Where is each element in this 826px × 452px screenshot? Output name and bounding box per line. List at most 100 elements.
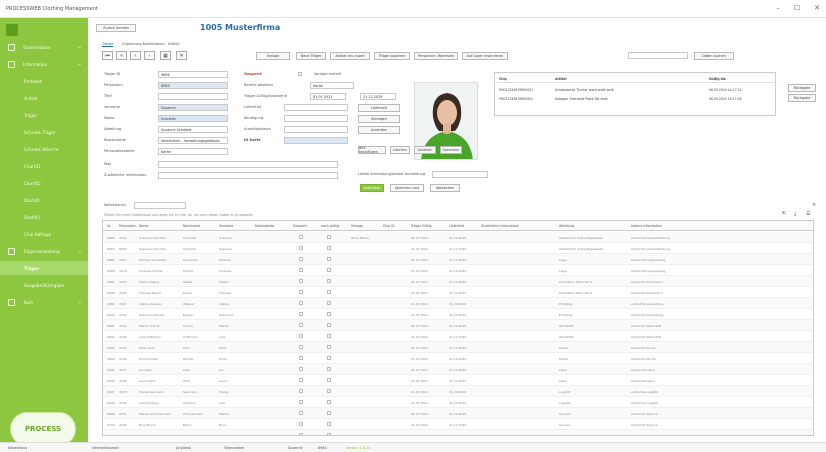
close-panel-icon[interactable]: × — [812, 202, 816, 208]
locked-checkbox[interactable] — [299, 290, 303, 294]
reserve-stock-button[interactable]: Auf Lager reservieren — [462, 52, 508, 60]
save-button[interactable]: Speichern — [360, 184, 384, 192]
new-wearer-button[interactable]: Neue Träger — [296, 52, 326, 60]
valid-checkbox[interactable] — [327, 334, 331, 338]
pin-icon[interactable]: ⇱ — [782, 211, 786, 217]
grid-column-header[interactable]: Kostenstelle — [255, 224, 274, 228]
id-karte-field[interactable] — [284, 137, 348, 144]
status-item[interactable]: Internetbrowser — [92, 446, 119, 450]
grid-view-icon[interactable]: ▦ — [160, 51, 171, 60]
grid-column-header[interactable]: Vorname — [219, 224, 233, 228]
table-row[interactable]: PHD12345678900001 Schiebejacke Thinker J… — [495, 86, 777, 94]
table-row[interactable]: 9696 4328 Laura Wolf Wolf Laura 01.07.2021 31.… — [103, 375, 813, 386]
sidebar-item-8[interactable]: Chart02 — [0, 176, 88, 190]
sidebar-item-3[interactable]: Artikel — [0, 91, 88, 105]
valid-checkbox[interactable] — [327, 367, 331, 371]
sidebar-item-12[interactable]: Trägerverwaltung ⌄ — [0, 244, 88, 258]
cancel-button[interactable]: Abbrechen — [430, 184, 460, 192]
locked-checkbox[interactable] — [299, 422, 303, 426]
copy-wearer-button[interactable]: Träger kopieren — [374, 52, 410, 60]
sidebar-item-6[interactable]: Schrank Wäsche — [0, 142, 88, 156]
sidebar-item-9[interactable]: Dash01 — [0, 193, 88, 207]
locked-checkbox[interactable] — [299, 279, 303, 283]
previous-page-icon[interactable]: « — [116, 51, 127, 60]
sidebar-item-11[interactable]: Chip Abfrage — [0, 227, 88, 241]
status-item[interactable]: Nebenhaus — [8, 446, 27, 450]
grid-column-header[interactable]: Zusätzliche Information — [481, 224, 519, 228]
locked-checkbox[interactable] — [299, 257, 303, 261]
delete-record-icon[interactable]: ✕ — [176, 51, 187, 60]
form-field[interactable] — [158, 172, 338, 179]
valid-checkbox[interactable] — [327, 268, 331, 272]
table-row[interactable]: 9688 4320 Thomas Meyer Meyer Thomas 01.07.202… — [103, 287, 813, 298]
next-record-icon[interactable]: › — [144, 51, 155, 60]
austreten-button[interactable]: Austreten — [358, 126, 400, 134]
locked-checkbox[interactable] — [299, 246, 303, 250]
form-field[interactable]: 8983 — [158, 82, 228, 89]
valid-checkbox[interactable] — [327, 312, 331, 316]
search-input[interactable] — [628, 52, 688, 59]
valid-checkbox[interactable] — [327, 246, 331, 250]
locked-checkbox[interactable] — [299, 345, 303, 349]
table-row[interactable]: 9687 4319 Stefan Weber Weber Stefan 01.07.202… — [103, 276, 813, 287]
lieferfrist-field[interactable] — [284, 104, 348, 111]
previous-record-icon[interactable]: ‹ — [130, 51, 141, 60]
search-data-button[interactable]: Daten suchen — [694, 52, 734, 60]
grid-column-header[interactable]: Id — [107, 224, 110, 228]
table-row[interactable]: 9697 4329 Tobias Neumann Neumann Tobias 01.07… — [103, 386, 813, 397]
table-row[interactable]: 9684 8983 Susanne Schröder Schröder Susanne 0… — [103, 243, 813, 254]
home-icon[interactable] — [6, 24, 18, 36]
gueltig-from-field[interactable]: 01.01.2021 — [310, 93, 346, 100]
minimize-button[interactable]: – — [776, 4, 780, 12]
form-field[interactable]: Verkäuferin - Verwaltungsgebäude — [158, 137, 228, 144]
valid-checkbox[interactable] — [327, 433, 331, 435]
kuendigen-button[interactable]: Kündigen — [358, 115, 400, 123]
sidebar-item-15[interactable]: Tools ⌄ — [0, 295, 88, 309]
valid-checkbox[interactable] — [327, 422, 331, 426]
gueltig-to-field[interactable]: 21.12.2029 — [360, 93, 396, 100]
locked-checkbox[interactable] — [299, 235, 303, 239]
gesperrt-checkbox[interactable] — [298, 72, 302, 76]
austritt-field[interactable] — [284, 126, 348, 133]
table-row[interactable]: 9700 4332 Nina Braun Braun Nina 01.07.2021 31.… — [103, 419, 813, 430]
table-row[interactable]: 9701 4333 Daniel Krüger Krüger Daniel 01.07.2… — [103, 430, 813, 435]
table-row[interactable]: PHD12345678900002 Kollegen Overhead Past… — [495, 95, 777, 103]
kuendigung-field[interactable] — [284, 115, 348, 122]
grid-column-header[interactable]: Personalnr. — [119, 224, 137, 228]
valid-checkbox[interactable] — [327, 389, 331, 393]
form-field[interactable]: Susanne — [158, 104, 228, 111]
grid-column-header[interactable]: Gesperrt — [293, 224, 307, 228]
valid-checkbox[interactable] — [327, 257, 331, 261]
table-row[interactable]: 9691 4323 Martin Schulz Schulz Martin 01.07.2… — [103, 320, 813, 331]
lieferzeit-button[interactable]: Lieferzeit — [358, 104, 400, 112]
table-row[interactable]: 9685 4317 Michael Schneider Schneider Michae… — [103, 254, 813, 265]
first-record-icon[interactable]: ⏮ — [102, 51, 113, 60]
valid-checkbox[interactable] — [327, 345, 331, 349]
form-field[interactable] — [158, 161, 338, 168]
valid-checkbox[interactable] — [327, 378, 331, 382]
form-field[interactable]: Schröder — [158, 115, 228, 122]
view-photo-button[interactable]: Ansehen — [414, 146, 436, 154]
table-row[interactable]: 9690 4322 Katharina Becker Becker Katharina 0… — [103, 309, 813, 320]
table-row[interactable]: 9692 4324 Julia Hoffmann Hoffmann Julia 01.07… — [103, 331, 813, 342]
save-photo-button[interactable]: Speichern — [440, 146, 462, 154]
table-row[interactable]: 9693 4325 Peter Koch Koch Peter 01.07.2021 31.… — [103, 342, 813, 353]
kollektionen-filter-input[interactable] — [134, 202, 186, 209]
last-login-field[interactable] — [432, 171, 488, 178]
status-item[interactable]: AnyDesk — [176, 446, 191, 450]
locked-checkbox[interactable] — [299, 433, 303, 435]
locked-checkbox[interactable] — [299, 400, 303, 404]
valid-checkbox[interactable] — [327, 411, 331, 415]
delete-photo-button[interactable]: Löschen — [390, 146, 410, 154]
grid-column-header[interactable]: Interne Information — [631, 224, 662, 228]
grid-column-header[interactable]: Vorlage — [351, 224, 363, 228]
locked-checkbox[interactable] — [299, 268, 303, 272]
grid-column-header[interactable]: Abteilung — [559, 224, 574, 228]
tab-artikel[interactable]: Artikel — [168, 42, 180, 46]
sidebar-item-13[interactable]: Träger — [0, 261, 88, 275]
return-button[interactable]: Rückgabe — [788, 94, 816, 102]
sidebar-item-7[interactable]: Chart01 — [0, 159, 88, 173]
table-row[interactable]: 9683 4316 Susanne Schröder Schröder Susanne O… — [103, 232, 813, 243]
column-chooser-icon[interactable]: ☰ — [806, 211, 810, 217]
grid-column-header[interactable]: Name — [139, 224, 148, 228]
